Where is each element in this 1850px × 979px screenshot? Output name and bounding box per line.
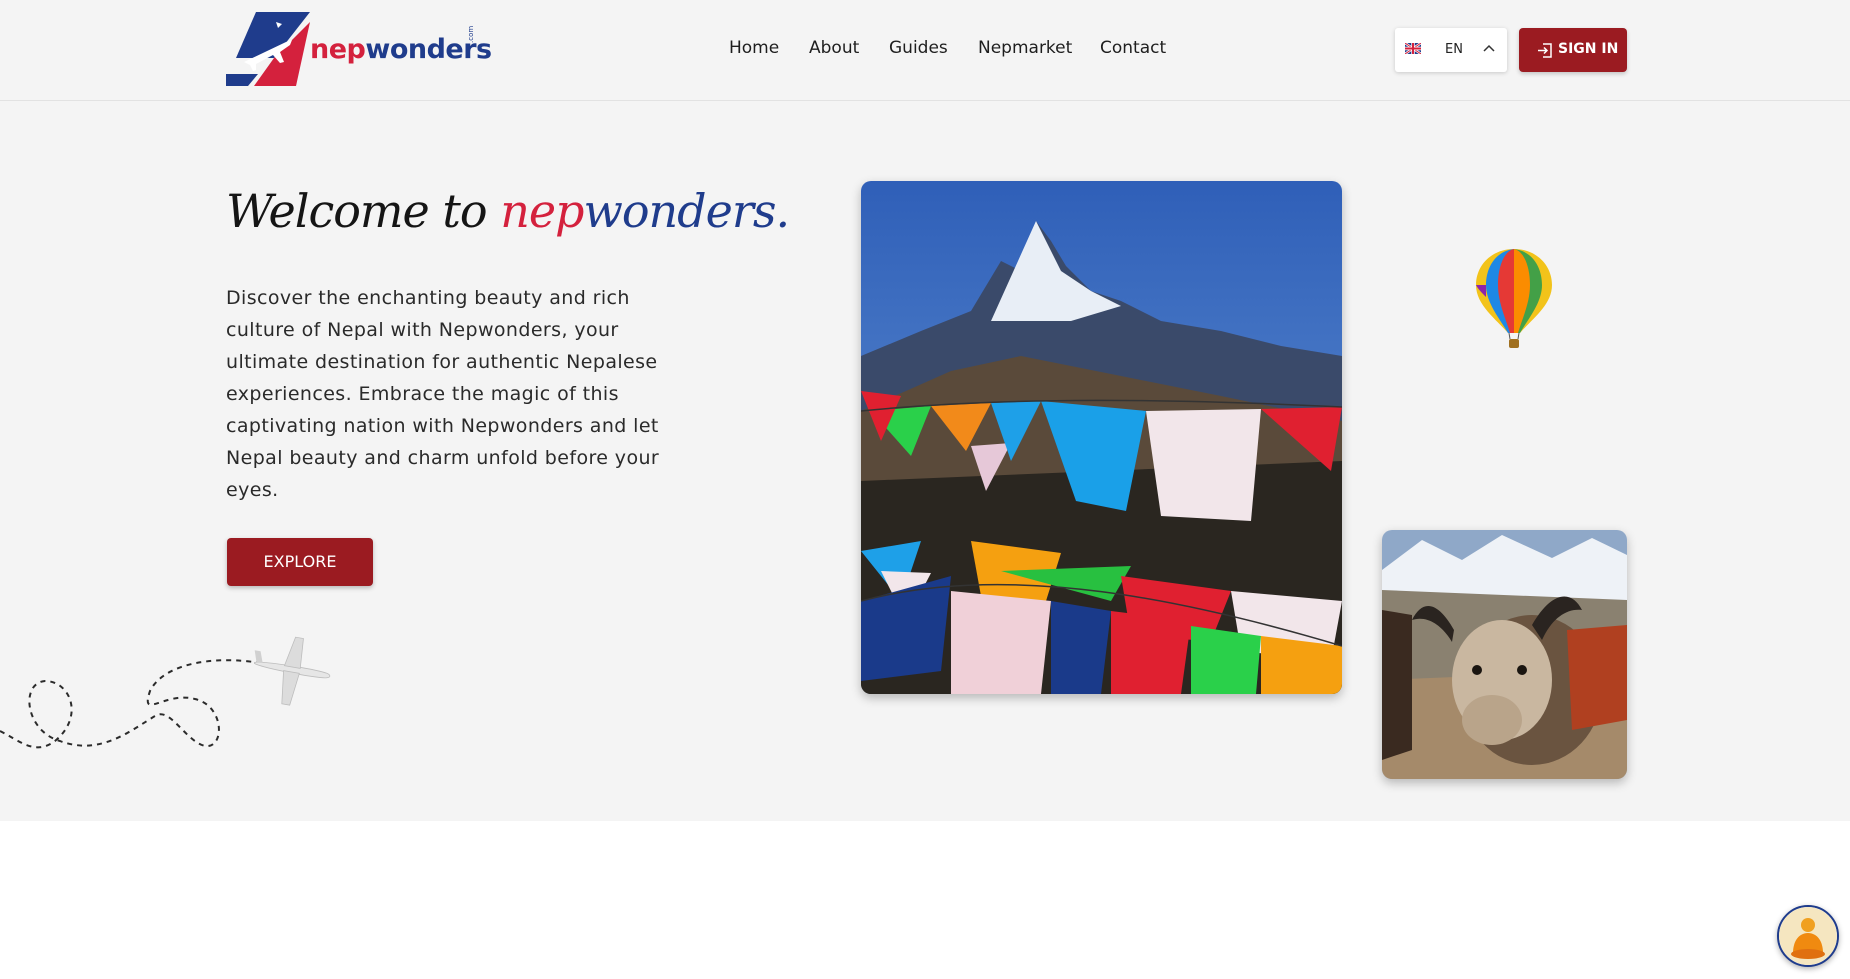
nav-about[interactable]: About: [809, 38, 859, 58]
mountain-prayer-flags-image: [861, 181, 1342, 694]
header: nepwonders .com Home About Guides Nepmar…: [0, 0, 1850, 101]
language-code: EN: [1445, 42, 1463, 57]
chevron-up-icon: [1483, 44, 1495, 52]
sign-in-icon: [1538, 43, 1552, 58]
nav-home[interactable]: Home: [729, 38, 779, 58]
sign-in-button[interactable]: SIGN IN: [1519, 28, 1627, 72]
nav-contact[interactable]: Contact: [1100, 38, 1166, 58]
nav-nepmarket[interactable]: Nepmarket: [978, 38, 1072, 58]
hero-description: Discover the enchanting beauty and rich …: [226, 287, 660, 501]
sign-in-label: SIGN IN: [1558, 41, 1619, 57]
welcome-prefix: Welcome to: [226, 184, 501, 238]
welcome-brand-nep: nep: [500, 184, 584, 238]
welcome-brand-wonders: wonders.: [583, 184, 790, 238]
uk-flag-icon: [1405, 43, 1421, 54]
hot-air-balloon-icon: [1476, 249, 1552, 348]
welcome-heading: Welcome to nepwonders.: [226, 184, 790, 238]
airplane-icon: [0, 636, 331, 749]
explore-button[interactable]: EXPLORE: [227, 538, 373, 586]
language-selector[interactable]: EN: [1395, 28, 1507, 72]
yak-image: [1382, 530, 1627, 779]
buddha-chat-icon[interactable]: [1777, 905, 1839, 967]
hero-section: Welcome to nepwonders. Discover the ench…: [0, 101, 1850, 821]
nav-guides[interactable]: Guides: [889, 38, 948, 58]
